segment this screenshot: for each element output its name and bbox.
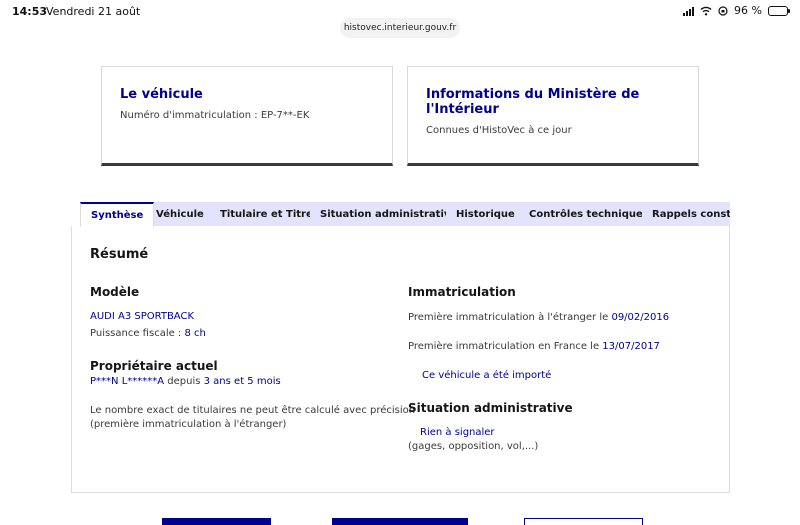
tab-synthese[interactable]: Synthèse <box>80 202 155 227</box>
synthese-panel: Résumé Modèle AUDI A3 SPORTBACK Puissanc… <box>71 226 730 493</box>
tab-situation-administrative[interactable]: Situation administrative <box>310 202 468 227</box>
owner-heading: Propriétaire actuel <box>90 359 218 373</box>
fiscal-power-value: 8 ch <box>184 328 206 339</box>
status-indicators: 96 % <box>683 4 790 17</box>
ministry-card-title: Informations du Ministère de l'Intérieur <box>426 87 640 117</box>
registration-france-label: Première immatriculation en France le <box>408 341 603 352</box>
bottom-button-1[interactable] <box>162 518 271 525</box>
owner-since-label: depuis <box>164 376 204 387</box>
tab-vehicule[interactable]: Véhicule <box>146 202 214 227</box>
admin-status: Rien à signaler <box>420 427 495 438</box>
tab-controles-techniques[interactable]: Contrôles techniques <box>519 202 659 227</box>
vehicle-card-title: Le véhicule <box>120 87 203 102</box>
owner-note-line1: Le nombre exact de titulaires ne peut êt… <box>90 405 416 416</box>
registration-france: Première immatriculation en France le 13… <box>408 341 660 352</box>
battery-percent: 96 % <box>734 4 762 17</box>
ministry-card-subtitle: Connues d'HistoVec à ce jour <box>426 125 572 136</box>
tab-rappels-constructeur[interactable]: Rappels constructeur <box>642 202 730 227</box>
model-heading: Modèle <box>90 285 140 299</box>
vehicle-card: Le véhicule Numéro d'immatriculation : E… <box>101 66 393 166</box>
cellular-signal-icon <box>683 6 695 16</box>
summary-heading: Résumé <box>90 247 149 262</box>
bottom-button-3[interactable] <box>524 518 643 525</box>
orientation-lock-icon <box>718 5 728 16</box>
owner-line: P***N L******A depuis 3 ans et 5 mois <box>90 376 281 387</box>
owner-note-line2: (première immatriculation à l'étranger) <box>90 419 287 430</box>
tab-bar: Synthèse Véhicule Titulaire et Titre Sit… <box>80 202 730 227</box>
fiscal-power: Puissance fiscale : 8 ch <box>90 328 206 339</box>
registration-foreign-label: Première immatriculation à l'étranger le <box>408 312 612 323</box>
bottom-button-2[interactable] <box>332 518 468 525</box>
fiscal-power-label: Puissance fiscale : <box>90 328 185 339</box>
registration-foreign: Première immatriculation à l'étranger le… <box>408 312 669 323</box>
model-name: AUDI A3 SPORTBACK <box>90 311 195 322</box>
vehicle-card-subtitle: Numéro d'immatriculation : EP-7**-EK <box>120 110 310 121</box>
admin-heading: Situation administrative <box>408 401 573 415</box>
tab-historique[interactable]: Historique <box>446 202 525 227</box>
admin-detail: (gages, opposition, vol,...) <box>408 441 539 452</box>
owner-name: P***N L******A <box>90 376 165 387</box>
status-date: Vendredi 21 août <box>46 5 141 18</box>
url-bar[interactable]: histovec.interieur.gouv.fr <box>340 18 460 38</box>
wifi-icon <box>700 6 712 15</box>
battery-icon <box>768 5 790 16</box>
status-time: 14:53 <box>12 5 48 18</box>
imported-notice: Ce véhicule a été importé <box>422 370 552 381</box>
ministry-card: Informations du Ministère de l'Intérieur… <box>407 66 699 166</box>
tab-titulaire-et-titre[interactable]: Titulaire et Titre <box>210 202 323 227</box>
registration-foreign-date: 09/02/2016 <box>611 312 670 323</box>
registration-heading: Immatriculation <box>408 285 516 299</box>
owner-since-value: 3 ans et 5 mois <box>203 376 281 387</box>
registration-france-date: 13/07/2017 <box>602 341 660 352</box>
